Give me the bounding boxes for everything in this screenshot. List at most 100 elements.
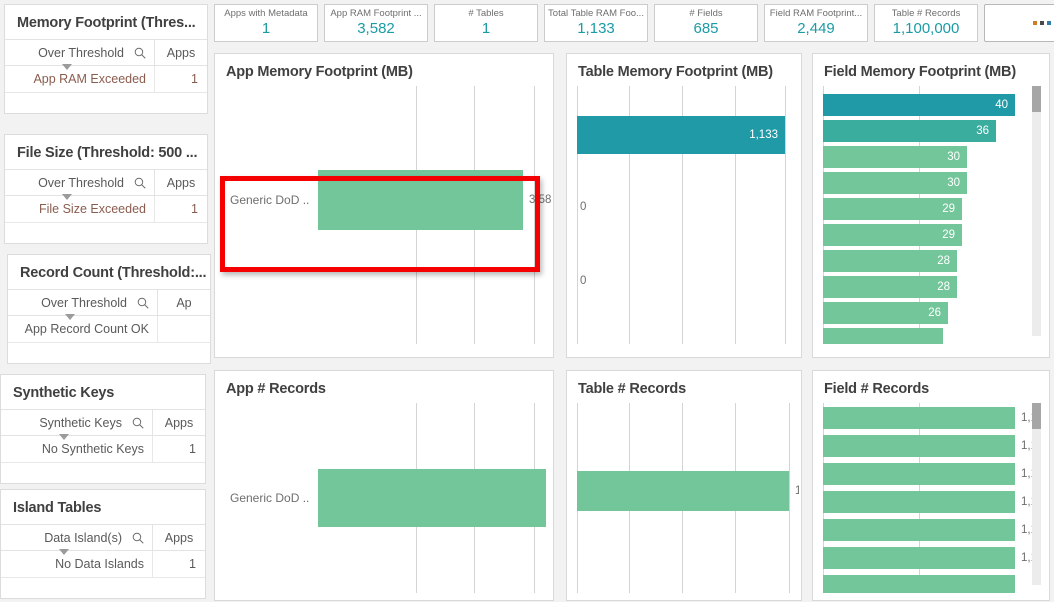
search-icon[interactable] [134,177,146,189]
filter-value-cell[interactable]: No Data Islands [1,551,153,577]
vertical-scrollbar[interactable] [1032,403,1041,585]
bar-row[interactable]: 1,133 [577,116,799,154]
filter-panel[interactable]: File Size (Threshold: 500 ...Over Thresh… [4,134,208,244]
kpi-tile[interactable]: Field RAM Footprint...2,449 [764,4,868,42]
filter-value-row[interactable]: No Synthetic Keys1 [1,436,205,462]
bar-row[interactable]: 30 [823,172,1039,194]
bar-row[interactable] [823,328,1039,344]
bar-row[interactable] [823,575,1039,593]
bar-value-label: 36 [976,125,989,137]
filter-value-label: File Size Exceeded [39,202,146,216]
kpi-tile[interactable]: Apps with Metadata1 [214,4,318,42]
search-icon[interactable] [137,297,149,309]
bar-row[interactable]: Generic DoD ...1,100,000 [230,469,552,527]
chart-card[interactable]: Field Memory Footprint (MB)4036303029292… [812,53,1050,358]
chart-card[interactable]: Table # Records1,100,000 [566,370,802,601]
filter-value-row[interactable]: App Record Count OK [8,316,210,342]
kpi-tile[interactable]: # Tables1 [434,4,538,42]
bar-row[interactable] [577,338,799,344]
bar-row[interactable]: 29 [823,224,1039,246]
bar[interactable] [823,435,1015,457]
filter-panel[interactable]: Island TablesData Island(s)AppsNo Data I… [0,489,206,599]
bar[interactable] [823,463,1015,485]
chart-card[interactable]: App # RecordsGeneric DoD ...1,100,000 [214,370,554,601]
bar[interactable]: 28 [823,250,957,272]
bar-row[interactable] [577,264,799,302]
bar-row[interactable]: 29 [823,198,1039,220]
bar[interactable]: 1,133 [577,116,785,154]
bar[interactable] [823,328,943,344]
kpi-tile[interactable]: App RAM Footprint ...3,582 [324,4,428,42]
bar[interactable] [577,471,789,511]
kpi-value: 2,449 [797,20,835,38]
kpi-label: # Fields [689,8,722,20]
chart-card[interactable]: App Memory Footprint (MB)Generic DoD ...… [214,53,554,358]
filter-panel[interactable]: Memory Footprint (Thres...Over Threshold… [4,4,208,114]
chart-card[interactable]: Field # Records1,100,0001,100,0001,100,0… [812,370,1050,601]
bar-row[interactable]: 1,100,000 [823,491,1039,513]
search-icon[interactable] [134,47,146,59]
filter-dimension-label: Over Threshold [38,176,124,190]
bar[interactable]: 30 [823,146,967,168]
filter-panel-footer [5,92,207,113]
bar-row[interactable]: 1,100,000 [577,471,799,511]
bar[interactable]: 36 [823,120,996,142]
filter-panel[interactable]: Record Count (Threshold:...Over Threshol… [7,254,211,364]
plot-area: Generic DoD ...3,582 [230,86,552,344]
bar-value-label: 29 [942,229,955,241]
filter-value-row[interactable]: File Size Exceeded1 [5,196,207,222]
bar-row[interactable]: 1,100,000 [823,435,1039,457]
caret-down-icon [62,64,72,70]
bar-row[interactable]: 1,100,000 [823,463,1039,485]
kpi-value: 1 [262,20,270,38]
bar-row[interactable]: 30 [823,146,1039,168]
caret-down-icon [59,549,69,555]
bar-row[interactable]: 1,100,000 [823,547,1039,569]
bar[interactable] [318,170,523,230]
bar-row[interactable]: 28 [823,250,1039,272]
bar[interactable] [823,547,1015,569]
bar[interactable]: 40 [823,94,1015,116]
bar[interactable] [823,575,1015,593]
more-options-button[interactable] [984,4,1054,42]
filter-value-cell[interactable]: No Synthetic Keys [1,436,153,462]
filter-panel-title: Synthetic Keys [1,375,205,409]
filter-value-row[interactable]: No Data Islands1 [1,551,205,577]
category-label: Generic DoD ... [230,193,310,207]
bar[interactable]: 29 [823,224,962,246]
bar[interactable] [823,407,1015,429]
kpi-tile[interactable]: Table # Records1,100,000 [874,4,978,42]
filter-value-count: 1 [153,436,205,462]
search-icon[interactable] [132,417,144,429]
bar[interactable]: 29 [823,198,962,220]
search-icon[interactable] [132,532,144,544]
filter-metric-label: Ap [158,290,210,315]
bar-row[interactable]: 26 [823,302,1039,324]
bar-row[interactable] [577,190,799,228]
bar-row[interactable]: 36 [823,120,1039,142]
bar[interactable]: 30 [823,172,967,194]
bar[interactable]: 26 [823,302,948,324]
kpi-tile[interactable]: # Fields685 [654,4,758,42]
bar[interactable] [823,519,1015,541]
filter-panel[interactable]: Synthetic KeysSynthetic KeysAppsNo Synth… [0,374,206,484]
vertical-scrollbar[interactable] [1032,86,1041,336]
bar[interactable] [318,469,546,527]
bar-row[interactable]: 1,100,000 [823,407,1039,429]
bar-value-label: 29 [942,203,955,215]
bar[interactable]: 28 [823,276,957,298]
chart-card[interactable]: Table Memory Footprint (MB)1,133000 [566,53,802,358]
vertical-scrollbar-thumb[interactable] [1032,403,1041,429]
filter-value-cell[interactable]: File Size Exceeded [5,196,155,222]
bar-row[interactable]: 40 [823,94,1039,116]
vertical-scrollbar-thumb[interactable] [1032,86,1041,112]
kpi-tile[interactable]: Total Table RAM Foo...1,133 [544,4,648,42]
bar-row[interactable]: 28 [823,276,1039,298]
filter-value-cell[interactable]: App RAM Exceeded [5,66,155,92]
filter-value-cell[interactable]: App Record Count OK [8,316,158,342]
bar-value-label: 28 [937,255,950,267]
filter-value-row[interactable]: App RAM Exceeded1 [5,66,207,92]
bar[interactable] [823,491,1015,513]
bar-row[interactable]: Generic DoD ...3,582 [230,170,552,230]
bar-row[interactable]: 1,100,000 [823,519,1039,541]
